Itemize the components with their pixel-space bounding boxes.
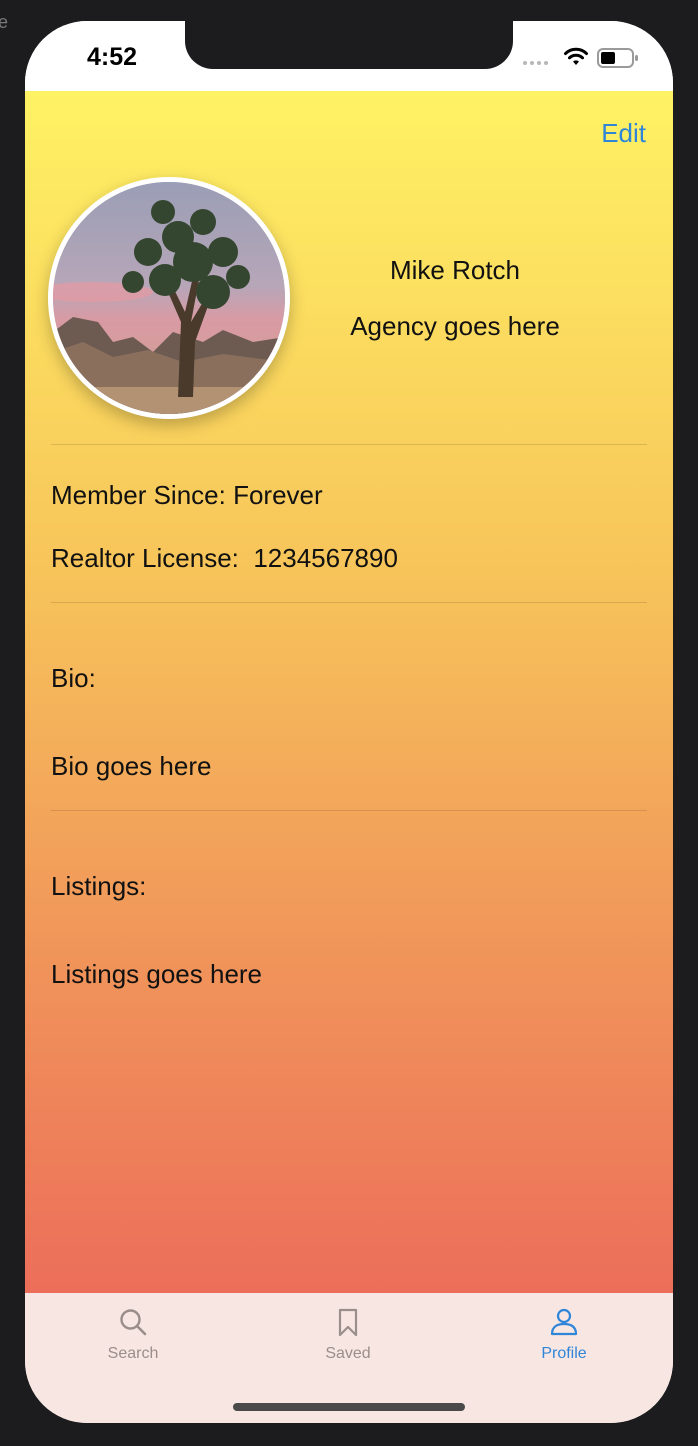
person-icon	[550, 1308, 578, 1336]
avatar[interactable]	[48, 177, 290, 419]
bio-label: Bio:	[51, 663, 96, 693]
edit-button[interactable]: Edit	[601, 118, 646, 149]
phone-screen: 4:52 Edit Mike Rotch Agency goes here Me…	[25, 21, 673, 1423]
notch	[185, 21, 513, 69]
tab-label: Saved	[325, 1345, 371, 1362]
background-window-fragment: e	[0, 12, 9, 32]
device-bezel: e 4:52 Edit Mike Rotch Agency goes here …	[0, 0, 698, 1446]
status-time: 4:52	[87, 43, 138, 71]
bookmark-icon	[338, 1308, 358, 1337]
divider	[51, 444, 647, 445]
bio-text: Bio goes here	[51, 751, 212, 781]
wifi-icon	[564, 47, 588, 65]
realtor-license: Realtor License: 1234567890	[51, 543, 398, 573]
tab-label: Search	[107, 1345, 159, 1362]
listings-label: Listings:	[51, 871, 147, 901]
listings-text: Listings goes here	[51, 959, 263, 989]
profile-content: Edit Mike Rotch Agency goes here Member …	[25, 91, 673, 1293]
tab-label: Profile	[541, 1345, 587, 1362]
search-icon	[120, 1309, 147, 1336]
profile-name: Mike Rotch	[389, 255, 521, 285]
status-bar: 4:52	[25, 21, 673, 91]
tab-saved[interactable]: Saved	[288, 1307, 408, 1363]
home-indicator[interactable]	[233, 1403, 465, 1411]
profile-agency: Agency goes here	[350, 311, 560, 341]
battery-icon	[597, 48, 638, 68]
cellular-signal-icon	[523, 61, 548, 65]
member-since: Member Since: Forever	[51, 480, 323, 510]
divider	[51, 810, 647, 811]
tab-profile[interactable]: Profile	[504, 1307, 624, 1363]
tab-search[interactable]: Search	[73, 1307, 193, 1363]
divider	[51, 602, 647, 603]
avatar-photo	[53, 182, 285, 414]
